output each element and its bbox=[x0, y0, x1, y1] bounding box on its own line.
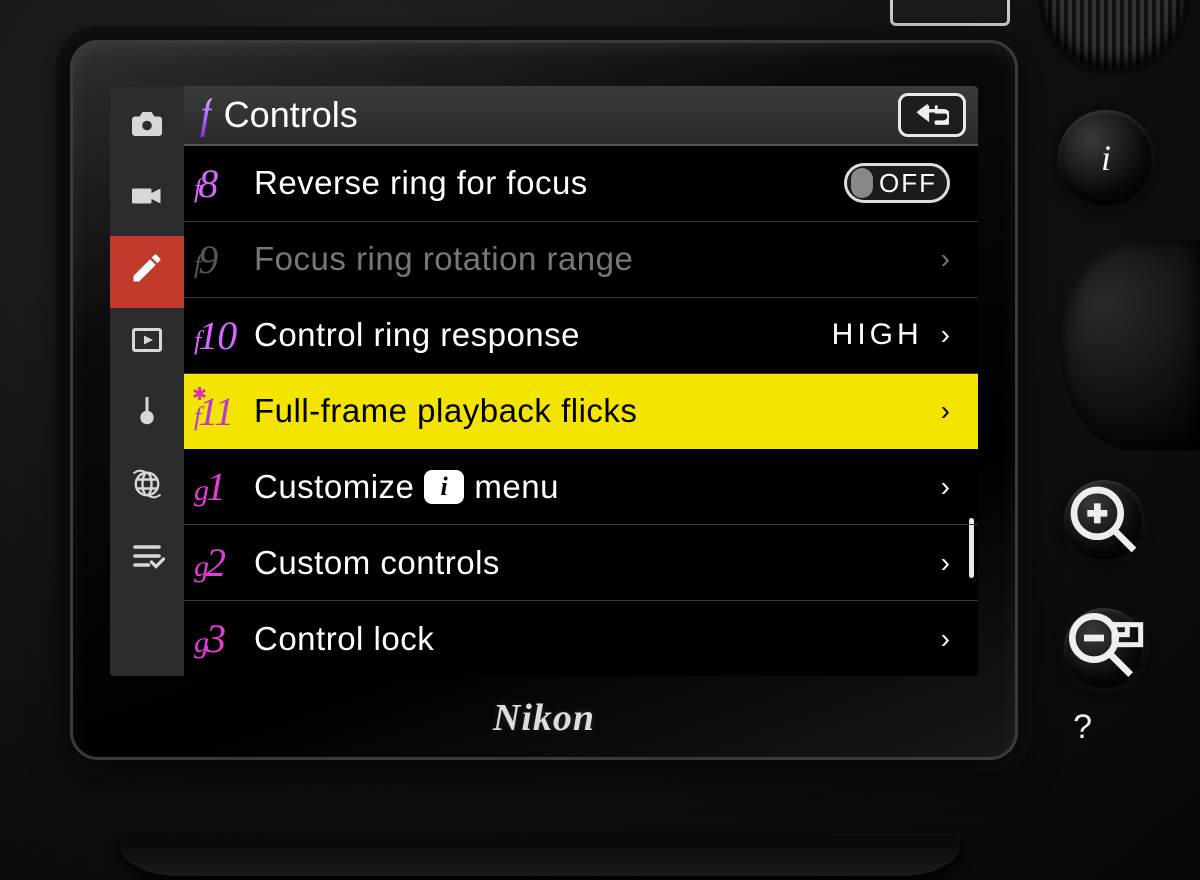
menu-item-g1[interactable]: g1Customizeimenu › bbox=[184, 449, 978, 525]
item-label: Customizeimenu bbox=[254, 468, 559, 506]
back-icon bbox=[915, 101, 949, 129]
camera-icon bbox=[129, 106, 165, 150]
menu-item-f11[interactable]: ✱f11Full-frame playback flicks › bbox=[184, 374, 978, 450]
lcd-screen: f Controls f8Reverse ring for focus OFF f9… bbox=[110, 86, 978, 676]
item-code: g1 bbox=[194, 463, 252, 510]
globe-icon bbox=[129, 466, 165, 510]
item-value: HIGH bbox=[832, 318, 923, 352]
menu-item-f9: f9Focus ring rotation range › bbox=[184, 222, 978, 298]
list-icon bbox=[129, 538, 165, 582]
back-button[interactable] bbox=[898, 93, 966, 137]
section-title: Controls bbox=[224, 94, 358, 136]
item-label: Reverse ring for focus bbox=[254, 164, 588, 202]
info-button[interactable]: i bbox=[1058, 110, 1154, 206]
menu-item-f8[interactable]: f8Reverse ring for focus OFF bbox=[184, 146, 978, 222]
item-code: g3 bbox=[194, 615, 252, 662]
item-label: Custom controls bbox=[254, 544, 500, 582]
item-label: Full-frame playback flicks bbox=[254, 392, 637, 430]
item-code: f10 bbox=[194, 312, 252, 359]
info-button-label: i bbox=[1101, 137, 1111, 179]
item-label: Control lock bbox=[254, 620, 434, 658]
menu-header: f Controls bbox=[184, 86, 978, 146]
item-label: Control ring response bbox=[254, 316, 580, 354]
multi-selector[interactable] bbox=[1060, 240, 1200, 450]
menu-item-g3[interactable]: g3Control lock › bbox=[184, 601, 978, 676]
hot-shoe bbox=[890, 0, 1010, 26]
menu-item-f10[interactable]: f10Control ring response HIGH › bbox=[184, 298, 978, 374]
menu-item-g2[interactable]: g2Custom controls › bbox=[184, 525, 978, 601]
section-letter: f bbox=[200, 91, 212, 139]
zoom-in-button[interactable] bbox=[1064, 480, 1144, 560]
toggle-off-icon: OFF bbox=[844, 163, 950, 203]
item-code: f9 bbox=[194, 236, 252, 283]
menu-content: f Controls f8Reverse ring for focus OFF f9… bbox=[184, 86, 978, 676]
play-icon bbox=[129, 322, 165, 366]
chevron-right-icon: › bbox=[941, 471, 950, 503]
chevron-right-icon: › bbox=[941, 623, 950, 655]
custom-settings-menu: f Controls f8Reverse ring for focus OFF f9… bbox=[110, 86, 978, 676]
chevron-right-icon: › bbox=[941, 547, 950, 579]
pencil-icon bbox=[129, 250, 165, 294]
help-label: ? bbox=[1073, 708, 1092, 747]
chevron-right-icon: › bbox=[941, 319, 950, 351]
sidebar-tab-network[interactable] bbox=[110, 452, 184, 524]
sidebar-tab-photo[interactable] bbox=[110, 92, 184, 164]
wrench-icon bbox=[129, 394, 165, 438]
lcd-bezel: Nikon f Controls bbox=[70, 40, 1018, 760]
sidebar-tab-custom[interactable] bbox=[110, 236, 184, 308]
video-icon bbox=[129, 178, 165, 222]
sidebar-tab-video[interactable] bbox=[110, 164, 184, 236]
i-menu-icon: i bbox=[424, 470, 464, 504]
sidebar-tab-mymenu[interactable] bbox=[110, 524, 184, 596]
sidebar-tab-setup[interactable] bbox=[110, 380, 184, 452]
sidebar-tab-playback[interactable] bbox=[110, 308, 184, 380]
chevron-right-icon: › bbox=[941, 243, 950, 275]
item-label: Focus ring rotation range bbox=[254, 240, 633, 278]
brand-logo: Nikon bbox=[70, 696, 1018, 740]
modified-asterisk-icon: ✱ bbox=[192, 384, 206, 405]
item-code: ✱f11 bbox=[194, 388, 252, 435]
item-code: g2 bbox=[194, 539, 252, 586]
menu-rows: f8Reverse ring for focus OFF f9Focus ring … bbox=[184, 146, 978, 676]
item-code: f8 bbox=[194, 160, 252, 207]
menu-sidebar bbox=[110, 86, 184, 676]
zoom-out-button[interactable] bbox=[1064, 608, 1144, 688]
item-value: OFF bbox=[844, 163, 950, 203]
screen-hinge bbox=[120, 834, 960, 876]
chevron-right-icon: › bbox=[941, 395, 950, 427]
